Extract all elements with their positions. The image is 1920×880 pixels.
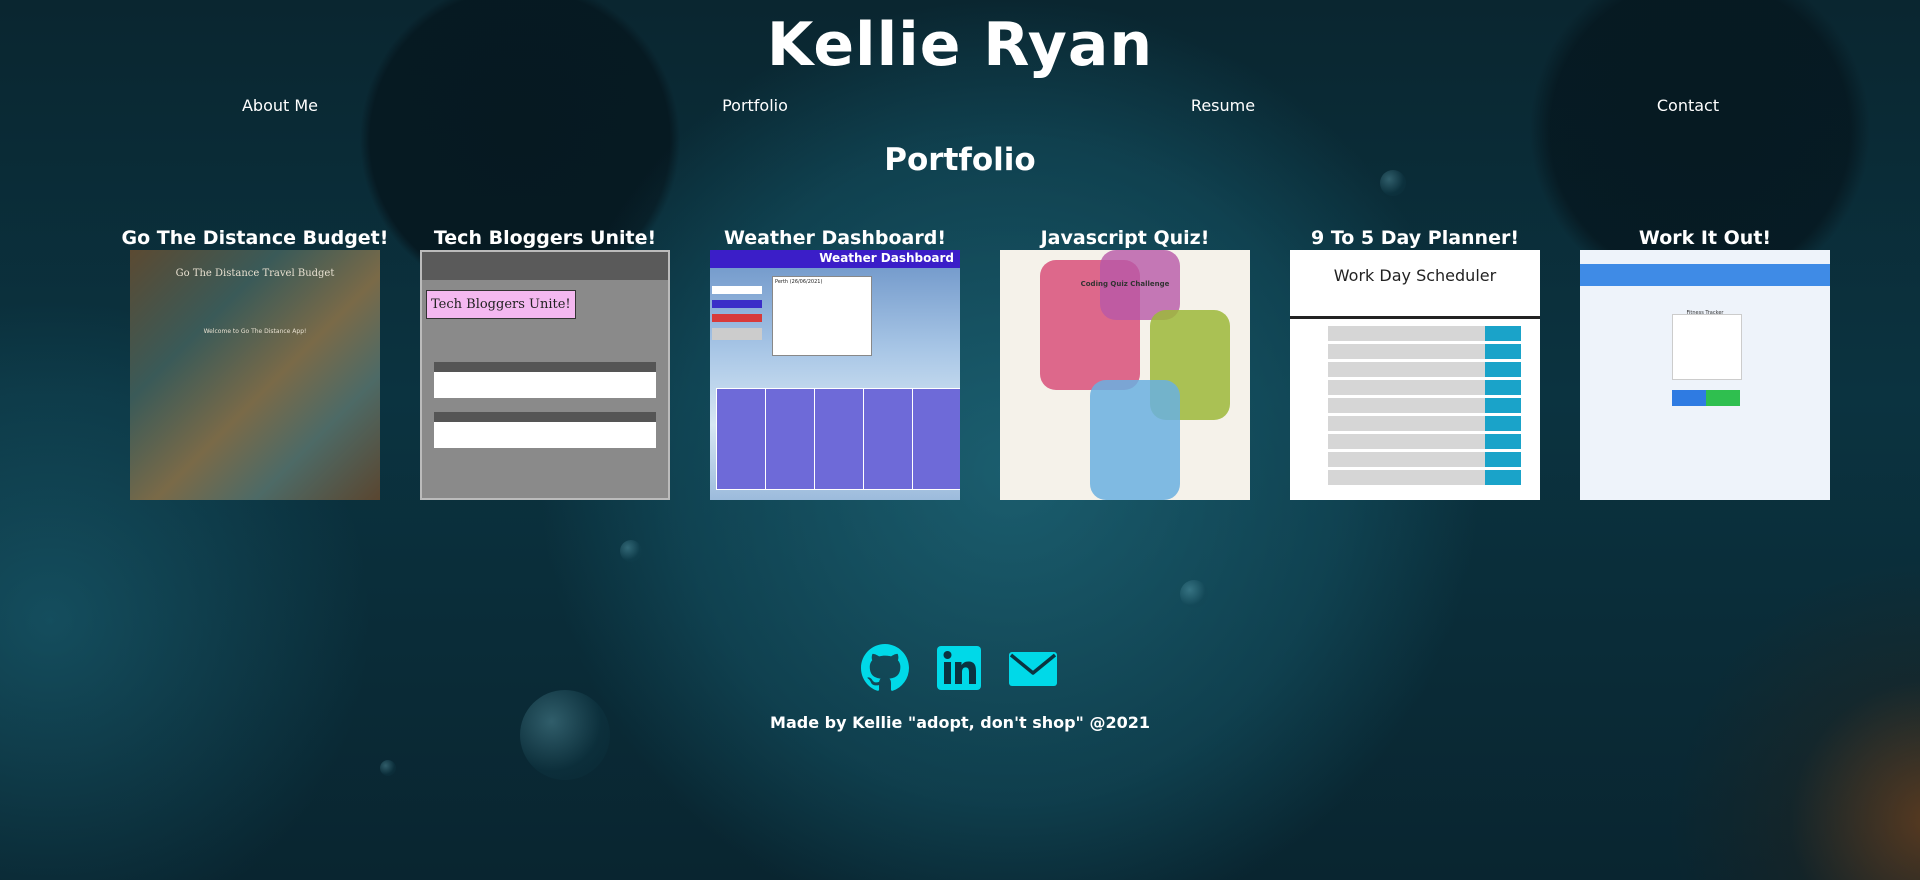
nav-resume[interactable]: Resume bbox=[1103, 96, 1343, 115]
project-card: Weather Dashboard! Weather Dashboard Per… bbox=[710, 226, 960, 500]
project-thumbnail[interactable]: Coding Quiz Challenge bbox=[1000, 250, 1250, 500]
thumbnail-forecast-card bbox=[765, 388, 815, 490]
thumbnail-navbar bbox=[422, 252, 668, 280]
thumbnail-heading: Tech Bloggers Unite! bbox=[426, 290, 576, 319]
project-card: Tech Bloggers Unite! Tech Bloggers Unite… bbox=[420, 226, 670, 500]
thumbnail-button bbox=[1672, 390, 1706, 406]
project-thumbnail[interactable]: Weather Dashboard Perth (26/06/2021) bbox=[710, 250, 960, 500]
nav-portfolio[interactable]: Portfolio bbox=[635, 96, 875, 115]
thumbnail-heading: Go The Distance Travel Budget bbox=[175, 268, 335, 279]
linkedin-link[interactable] bbox=[935, 644, 983, 692]
project-title[interactable]: Weather Dashboard! bbox=[690, 226, 980, 250]
project-title[interactable]: Javascript Quiz! bbox=[980, 226, 1270, 250]
thumbnail-current-weather: Perth (26/06/2021) bbox=[772, 276, 872, 356]
social-links bbox=[0, 640, 1920, 696]
project-card: Go The Distance Budget! Go The Distance … bbox=[122, 226, 388, 500]
project-title[interactable]: Work It Out! bbox=[1560, 226, 1850, 250]
nav-contact[interactable]: Contact bbox=[1568, 96, 1808, 115]
background-bubble bbox=[1180, 580, 1208, 608]
email-link[interactable] bbox=[1009, 644, 1057, 692]
project-card: Javascript Quiz! Coding Quiz Challenge bbox=[1000, 226, 1250, 500]
thumbnail-sidebar bbox=[712, 280, 762, 346]
project-title[interactable]: 9 To 5 Day Planner! bbox=[1270, 226, 1560, 250]
portfolio-heading: Portfolio bbox=[884, 142, 1036, 178]
thumbnail-heading: Coding Quiz Challenge bbox=[1080, 280, 1170, 288]
footer-credit: Made by Kellie "adopt, don't shop" @2021 bbox=[770, 713, 1150, 732]
thumbnail-forecast-card bbox=[814, 388, 864, 490]
project-thumbnail[interactable]: Work Day Scheduler bbox=[1290, 250, 1540, 500]
project-card: 9 To 5 Day Planner! Work Day Scheduler bbox=[1290, 226, 1540, 500]
thumbnail-navbar bbox=[1580, 264, 1830, 286]
site-title: Kellie Ryan bbox=[766, 10, 1154, 80]
github-icon bbox=[861, 644, 909, 691]
project-title[interactable]: Go The Distance Budget! bbox=[110, 226, 400, 250]
project-thumbnail[interactable]: Go The Distance Travel Budget Welcome to… bbox=[130, 250, 380, 500]
project-title[interactable]: Tech Bloggers Unite! bbox=[400, 226, 690, 250]
project-card: Work It Out! Fitness Tracker bbox=[1580, 226, 1830, 500]
thumbnail-post bbox=[434, 362, 656, 398]
thumbnail-forecast-card bbox=[863, 388, 913, 490]
thumbnail-heading: Work Day Scheduler bbox=[1333, 266, 1497, 285]
thumbnail-heading: Weather Dashboard bbox=[819, 251, 954, 265]
main-nav: About Me Portfolio Resume Contact bbox=[0, 96, 1920, 120]
background-bubble bbox=[520, 690, 610, 780]
thumbnail-forecast-card bbox=[912, 388, 960, 490]
thumbnail-divider bbox=[1290, 316, 1540, 319]
thumbnail-post bbox=[434, 412, 656, 448]
github-link[interactable] bbox=[861, 644, 909, 692]
nav-about-me[interactable]: About Me bbox=[160, 96, 400, 115]
thumbnail-button bbox=[1706, 390, 1740, 406]
thumbnail-header: Weather Dashboard bbox=[710, 250, 960, 268]
background-bubble bbox=[380, 760, 396, 776]
background-bubble bbox=[620, 540, 642, 562]
thumbnail-forecast-card bbox=[716, 388, 766, 490]
thumbnail-text: Welcome to Go The Distance App! bbox=[203, 328, 307, 335]
thumbnail-panel bbox=[1672, 314, 1742, 380]
email-icon bbox=[1009, 652, 1057, 686]
portfolio-grid: Go The Distance Budget! Go The Distance … bbox=[0, 226, 1920, 506]
project-thumbnail[interactable]: Fitness Tracker bbox=[1580, 250, 1830, 500]
linkedin-icon bbox=[937, 646, 981, 690]
project-thumbnail[interactable]: Tech Bloggers Unite! bbox=[420, 250, 670, 500]
